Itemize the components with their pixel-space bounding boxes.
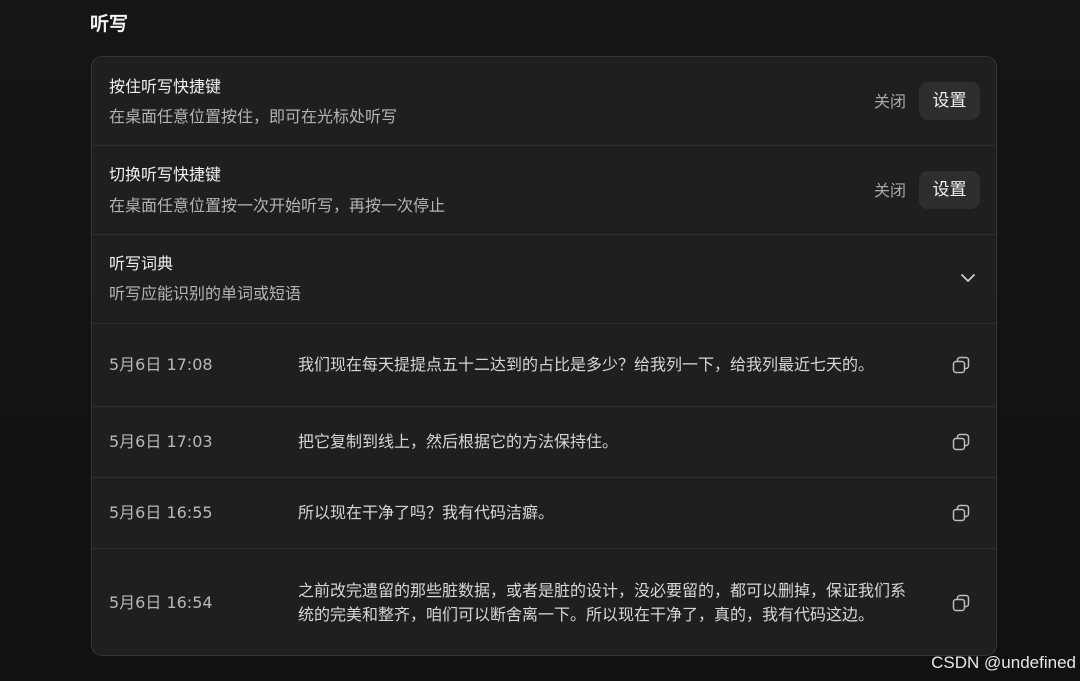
history-row: 5月6日 16:55 所以现在干净了吗？我有代码洁癖。 bbox=[92, 478, 996, 549]
history-time: 5月6日 16:55 bbox=[109, 503, 213, 522]
history-time: 5月6日 17:08 bbox=[109, 355, 213, 374]
hold-shortcut-description: 在桌面任意位置按住，即可在光标处听写 bbox=[109, 107, 398, 126]
history-text: 所以现在干净了吗？我有代码洁癖。 bbox=[298, 503, 555, 522]
chevron-down-icon[interactable] bbox=[959, 269, 977, 287]
copy-icon[interactable] bbox=[951, 503, 971, 523]
history-text: 把它复制到线上，然后根据它的方法保持住。 bbox=[298, 432, 619, 451]
toggle-shortcut-row: 切换听写快捷键 在桌面任意位置按一次开始听写，再按一次停止 关闭 设置 bbox=[92, 146, 996, 235]
section-title: 听写 bbox=[90, 13, 129, 35]
dictation-card: 按住听写快捷键 在桌面任意位置按住，即可在光标处听写 关闭 设置 切换听写快捷键… bbox=[91, 56, 997, 656]
toggle-shortcut-status: 关闭 bbox=[873, 181, 906, 200]
hold-shortcut-set-button[interactable]: 设置 bbox=[919, 82, 980, 120]
hold-shortcut-status: 关闭 bbox=[873, 92, 906, 111]
copy-icon[interactable] bbox=[951, 355, 971, 375]
history-text: 我们现在每天提提点五十二达到的占比是多少？给我列一下，给我列最近七天的。 bbox=[298, 355, 875, 374]
watermark: CSDN @undefined bbox=[931, 653, 1076, 672]
history-row: 5月6日 17:03 把它复制到线上，然后根据它的方法保持住。 bbox=[92, 407, 996, 478]
page: 听写 按住听写快捷键 在桌面任意位置按住，即可在光标处听写 关闭 设置 切换听写… bbox=[0, 0, 1080, 681]
history-time: 5月6日 16:54 bbox=[109, 592, 213, 612]
hold-shortcut-row: 按住听写快捷键 在桌面任意位置按住，即可在光标处听写 关闭 设置 bbox=[92, 57, 996, 146]
toggle-shortcut-description: 在桌面任意位置按一次开始听写，再按一次停止 bbox=[109, 196, 446, 215]
history-row: 5月6日 17:08 我们现在每天提提点五十二达到的占比是多少？给我列一下，给我… bbox=[92, 324, 996, 407]
dictionary-title: 听写词典 bbox=[109, 254, 174, 273]
toggle-shortcut-title: 切换听写快捷键 bbox=[109, 165, 222, 184]
hold-shortcut-title: 按住听写快捷键 bbox=[109, 77, 222, 96]
dictionary-description: 听写应能识别的单词或短语 bbox=[109, 284, 302, 303]
history-text: 之前改完遗留的那些脏数据，或者是脏的设计，没必要留的，都可以删掉，保证我们系统的… bbox=[298, 580, 907, 624]
toggle-shortcut-set-button[interactable]: 设置 bbox=[919, 171, 980, 209]
history-row: 5月6日 16:54 之前改完遗留的那些脏数据，或者是脏的设计，没必要留的，都可… bbox=[92, 549, 996, 655]
dictionary-row[interactable]: 听写词典 听写应能识别的单词或短语 bbox=[92, 235, 996, 324]
copy-icon[interactable] bbox=[951, 593, 971, 613]
history-time: 5月6日 17:03 bbox=[109, 432, 213, 451]
copy-icon[interactable] bbox=[951, 432, 971, 452]
